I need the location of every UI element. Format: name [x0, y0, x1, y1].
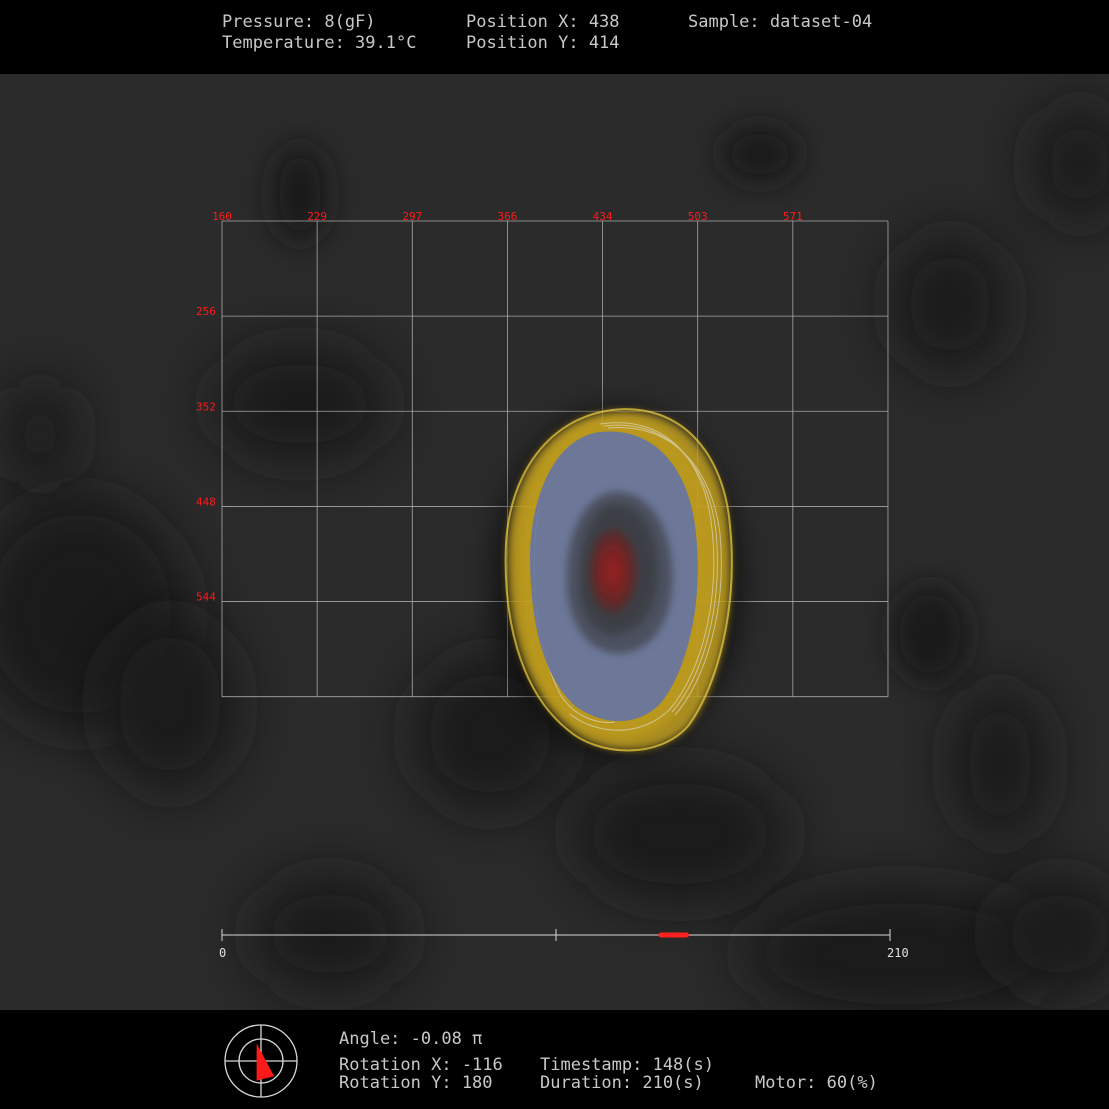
temperature-readout: Temperature: 39.1°C	[222, 33, 417, 53]
grid-x-tick-label: 434	[593, 210, 613, 223]
duration-readout: Duration: 210(s)	[540, 1073, 704, 1093]
specimen-shape[interactable]	[492, 407, 742, 757]
grid-x-tick-label: 229	[307, 210, 327, 223]
grid-y-tick-label: 448	[196, 495, 216, 508]
pressure-readout: Pressure: 8(gF)	[222, 12, 376, 32]
grid-x-tick-label: 503	[688, 210, 708, 223]
grid-x-tick-label: 366	[497, 210, 517, 223]
timeline-end-label: 210	[887, 946, 909, 960]
grid-y-tick-label: 256	[196, 305, 216, 318]
angle-readout: Angle: -0.08 π	[339, 1029, 483, 1049]
grid-x-tick-label: 571	[783, 210, 803, 223]
grid-x-tick-label: 160	[212, 210, 232, 223]
timeline-start-label: 0	[219, 946, 226, 960]
grid-y-tick-label: 544	[196, 591, 216, 604]
position-y-readout: Position Y: 414	[466, 33, 620, 53]
grid-x-tick-label: 297	[402, 210, 422, 223]
specimen-core	[589, 529, 637, 613]
compass-icon	[224, 1024, 298, 1098]
image-viewport[interactable]: 160 229 297 366 434 503 571 256 352 448 544 0 210	[0, 74, 1109, 1010]
sample-readout: Sample: dataset-04	[688, 12, 873, 32]
top-readout-bar: Pressure: 8(gF) Temperature: 39.1°C Posi…	[0, 0, 1109, 74]
viewport-canvas[interactable]: 160 229 297 366 434 503 571 256 352 448 544 0 210	[0, 74, 1109, 1010]
grid-y-tick-label: 352	[196, 400, 216, 413]
position-x-readout: Position X: 438	[466, 12, 620, 32]
bottom-readout-bar: Angle: -0.08 π Rotation X: -116 Rotation…	[0, 1010, 1109, 1109]
motor-readout: Motor: 60(%)	[755, 1073, 878, 1093]
rotation-y-readout: Rotation Y: 180	[339, 1073, 493, 1093]
